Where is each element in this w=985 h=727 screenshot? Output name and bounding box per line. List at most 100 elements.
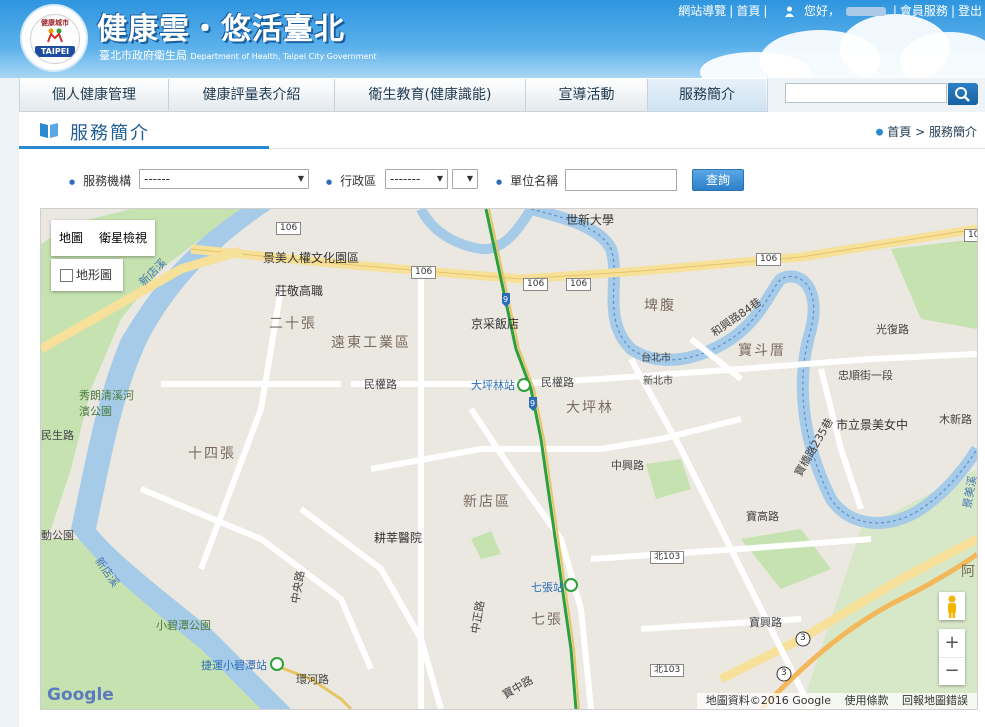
- map-type-control: 地圖 衛星檢視: [51, 220, 155, 256]
- map-label: 七張: [531, 612, 563, 628]
- map-data-credit: 地圖資料©2016 Google: [705, 694, 831, 707]
- nav-item-service-intro[interactable]: 服務簡介: [648, 79, 766, 111]
- google-logo: Google: [47, 685, 114, 705]
- username-masked: [846, 7, 887, 16]
- map-label: 新店區: [463, 494, 511, 510]
- report-error-link[interactable]: 回報地圖錯誤: [902, 694, 968, 707]
- map-label: 新北市: [643, 376, 673, 387]
- breadcrumb: ● 首頁 > 服務簡介: [875, 125, 977, 139]
- map-label: 遠東工業區: [331, 335, 411, 351]
- road-shield: 北103: [650, 664, 685, 677]
- map-label: 莊敬高職: [275, 284, 324, 298]
- map-label: 寶斗厝: [738, 343, 786, 359]
- map-type-map-button[interactable]: 地圖: [51, 220, 91, 256]
- map-label: 世新大學: [566, 213, 615, 227]
- page-title: 服務簡介: [70, 123, 150, 144]
- district-select-value: -------: [390, 172, 421, 186]
- nav-item-health-management[interactable]: 個人健康管理: [20, 79, 169, 111]
- road-shield: 106: [411, 266, 437, 279]
- greeting-text: 您好，: [804, 4, 841, 18]
- unit-label: 單位名稱: [496, 172, 558, 189]
- sitemap-link[interactable]: 網站導覽: [678, 4, 726, 18]
- map-label: 埤腹: [644, 298, 676, 314]
- terms-link[interactable]: 使用條款: [845, 694, 889, 707]
- home-link[interactable]: 首頁: [736, 4, 760, 18]
- map-canvas: [41, 209, 977, 709]
- route-3-label: 3: [781, 668, 787, 678]
- map-label: 忠順街一段: [838, 369, 893, 382]
- map-label: 光復路: [876, 323, 909, 336]
- nav-item-campaigns[interactable]: 宣導活動: [526, 79, 648, 111]
- map-label: 木新路: [939, 413, 972, 426]
- filter-bar: 服務機構 ------ ▼ 行政區 ------- ▼ ▼ 單位名稱 查詢: [19, 168, 985, 192]
- search-icon: [955, 87, 970, 102]
- nav-item-health-education[interactable]: 衛生教育(健康識能): [335, 79, 526, 111]
- terrain-label: 地形圖: [76, 268, 113, 282]
- main-nav: 個人健康管理 健康評量表介紹 衛生教育(健康識能) 宣導活動 服務簡介: [19, 78, 768, 112]
- chevron-down-icon: ▼: [436, 174, 443, 183]
- terrain-checkbox[interactable]: [60, 269, 73, 282]
- breadcrumb-current: 服務簡介: [928, 125, 977, 139]
- site-title: 健康雲‧悠活臺北: [97, 12, 345, 47]
- map-label: 動公園: [41, 529, 74, 542]
- terrain-toggle[interactable]: 地形圖: [51, 259, 123, 291]
- search-input[interactable]: [785, 83, 947, 103]
- district-sub-select[interactable]: ▼: [452, 169, 478, 189]
- search-button[interactable]: [948, 83, 978, 105]
- logout-link[interactable]: 登出: [958, 4, 982, 18]
- road-shield: 106: [276, 222, 302, 235]
- breadcrumb-home[interactable]: 首頁: [887, 125, 911, 139]
- site-search: [785, 83, 978, 105]
- person-figure-icon: [47, 28, 63, 43]
- map-type-satellite-button[interactable]: 衛星檢視: [91, 220, 155, 256]
- user-icon: [785, 6, 795, 17]
- title-underline: [19, 146, 269, 149]
- google-map[interactable]: 地圖 衛星檢視 地形圖 106 106 106 106 106 106 北103…: [40, 208, 978, 710]
- subtitle-zh: 臺北市政府衛生局: [99, 49, 187, 62]
- map-attribution: 地圖資料©2016 Google 使用條款 回報地圖錯誤: [696, 693, 977, 709]
- road-shield: 北103: [650, 551, 685, 564]
- org-select-value: ------: [144, 172, 170, 186]
- logo-text: TAIPEI: [35, 46, 75, 57]
- chevron-down-icon: ▼: [466, 174, 473, 183]
- map-label: 阿: [961, 564, 977, 580]
- org-select[interactable]: ------ ▼: [139, 169, 309, 189]
- map-label: 京采飯店: [471, 317, 520, 331]
- member-service-link[interactable]: 會員服務: [900, 4, 948, 18]
- zoom-control: + −: [939, 629, 965, 685]
- org-label: 服務機構: [69, 172, 131, 189]
- chevron-down-icon: ▼: [297, 174, 304, 183]
- map-label: 台北市: [641, 353, 671, 364]
- content-panel: 服務簡介 ● 首頁 > 服務簡介 服務機構 ------ ▼ 行政區 ------…: [19, 112, 985, 727]
- query-button[interactable]: 查詢: [692, 169, 744, 191]
- street-view-pegman[interactable]: [939, 592, 965, 620]
- map-label: 大坪林: [566, 400, 614, 416]
- map-label: 寶興路: [749, 616, 782, 629]
- zoom-out-button[interactable]: −: [939, 657, 965, 686]
- map-label: 中興路: [611, 459, 644, 472]
- map-label: 市立景美女中: [836, 418, 909, 432]
- map-label: 耕莘醫院: [374, 531, 423, 545]
- district-select[interactable]: ------- ▼: [385, 169, 448, 189]
- page-header: 服務簡介 ● 首頁 > 服務簡介: [19, 112, 985, 149]
- map-label: 大坪林站: [471, 379, 515, 392]
- taipei-logo[interactable]: 健康城市 TAIPEI: [22, 6, 86, 70]
- map-label: 二十張: [269, 316, 317, 332]
- road-shield: 106: [756, 253, 782, 266]
- nav-item-assessment[interactable]: 健康評量表介紹: [169, 79, 335, 111]
- map-label: 小碧潭公園: [156, 619, 211, 632]
- route-3-label: 3: [800, 633, 806, 643]
- route-9-label: 9: [530, 399, 536, 408]
- site-header: 健康城市 TAIPEI 健康雲‧悠活臺北 臺北市政府衛生局 Department…: [0, 0, 985, 78]
- unit-name-input[interactable]: [565, 169, 677, 191]
- map-label: 七張站: [531, 581, 564, 594]
- road-shield: 106: [964, 229, 977, 242]
- map-label: 民權路: [541, 376, 574, 389]
- map-label: 環河路: [296, 673, 329, 686]
- map-label: 秀朗清溪河濱公園: [79, 389, 134, 418]
- map-label: 民生路: [41, 429, 74, 442]
- subtitle-en: Department of Health, Taipei City Govern…: [190, 52, 377, 61]
- site-subtitle: 臺北市政府衛生局 Department of Health, Taipei Ci…: [99, 47, 377, 63]
- pegman-icon: [948, 595, 956, 618]
- zoom-in-button[interactable]: +: [939, 629, 965, 657]
